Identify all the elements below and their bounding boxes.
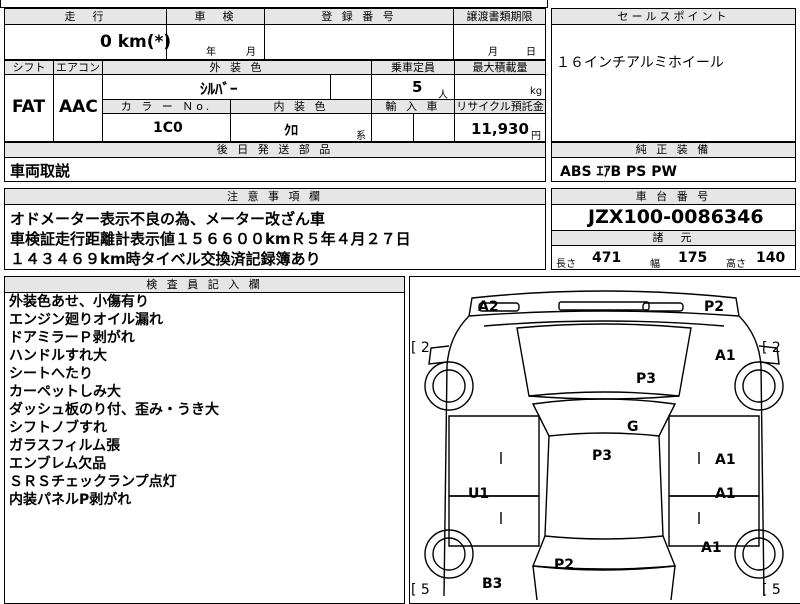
aircon-value: AAC bbox=[59, 97, 98, 117]
later-parts-cell bbox=[4, 157, 546, 182]
inspector-line: ガラスフィルム張 bbox=[9, 438, 121, 454]
interior-suffix: 系 bbox=[356, 131, 366, 142]
inspector-header: 検 査 員 記 入 欄 bbox=[4, 276, 405, 293]
transfer-deadline-header: 譲渡書類期限 bbox=[453, 8, 546, 25]
inspector-line: ＳＲＳチェックランプ点灯 bbox=[9, 474, 177, 490]
notes-line-1: オドメーター表示不良の為、メーター改ざん車 bbox=[10, 210, 326, 228]
salespoint-header: セールスポイント bbox=[551, 8, 796, 25]
inspector-line: カーペットしみ大 bbox=[9, 384, 121, 400]
registration-cell bbox=[264, 24, 454, 60]
inspector-line: シートへたり bbox=[9, 366, 93, 382]
length-value: 471 bbox=[592, 250, 622, 266]
import-cell-b bbox=[413, 113, 455, 142]
notes-header: 注 意 事 項 欄 bbox=[4, 188, 546, 205]
label-a1-front-right: A1 bbox=[715, 348, 736, 364]
height-value: 140 bbox=[756, 250, 786, 266]
inspector-line: ドアミラーＰ剥がれ bbox=[9, 330, 135, 346]
color-no-header: カ ラ ー Ｎo. bbox=[102, 99, 231, 114]
equipment-header: 純 正 装 備 bbox=[551, 142, 796, 158]
import-cell-a bbox=[371, 113, 414, 142]
bracket-right-top: [ 2 bbox=[762, 340, 781, 356]
aircon-header: エアコン bbox=[53, 60, 103, 75]
label-b3: B3 bbox=[482, 576, 503, 592]
inspector-line: ダッシュ板のり付、歪み・うき大 bbox=[9, 402, 219, 418]
label-a1-rear: A1 bbox=[701, 540, 722, 556]
inspector-line: 内装パネルP剥がれ bbox=[9, 492, 132, 508]
top-strip bbox=[0, 0, 548, 8]
color-no-value: 1C0 bbox=[153, 120, 183, 136]
mileage-header: 走 行 bbox=[4, 8, 167, 25]
registration-header: 登 録 番 号 bbox=[264, 8, 454, 25]
label-p2-top: P2 bbox=[704, 299, 725, 315]
bracket-left-top: [ 2 bbox=[411, 340, 430, 356]
exterior-color-value: ｼﾙﾊﾞｰ bbox=[200, 80, 238, 98]
label-g: G bbox=[627, 419, 639, 435]
label-a1-door1: A1 bbox=[715, 452, 736, 468]
bracket-left-bottom: [ 5 bbox=[411, 582, 430, 598]
label-u1: U1 bbox=[468, 486, 490, 502]
car-diagram bbox=[424, 290, 784, 600]
inspection-year-label: 年 bbox=[206, 47, 216, 58]
height-label: 高さ bbox=[726, 259, 746, 270]
notes-line-3: １４３４６９km時タイベル交換済記録簿あり bbox=[10, 250, 321, 268]
interior-color-cell bbox=[230, 113, 372, 142]
label-p2-trunk: P2 bbox=[554, 557, 575, 573]
inspector-line: ハンドルすれ大 bbox=[9, 348, 107, 364]
bracket-right-bottom: [ 5 bbox=[762, 582, 781, 598]
transfer-month-label: 月 bbox=[488, 47, 498, 58]
interior-color-header: 内 装 色 bbox=[230, 99, 372, 114]
capacity-header: 乗車定員 bbox=[371, 60, 455, 75]
label-a1-door2: A1 bbox=[715, 486, 736, 502]
load-unit: kg bbox=[530, 86, 543, 97]
capacity-value: 5 bbox=[412, 78, 423, 96]
label-p3-hood: P3 bbox=[636, 371, 657, 387]
mileage-value: 0 km(*) bbox=[100, 32, 172, 52]
salespoint-text: １６インチアルミホイール bbox=[556, 55, 724, 71]
label-p3-roof: P3 bbox=[592, 448, 613, 464]
inspector-line: 外装色あせ、小傷有り bbox=[9, 294, 149, 310]
inspector-list: 外装色あせ、小傷有り エンジン廻りオイル漏れ ドアミラーＰ剥がれ ハンドルすれ大… bbox=[9, 293, 219, 509]
dims-header: 諸 元 bbox=[551, 230, 796, 246]
exterior-color-header: 外 装 色 bbox=[102, 60, 372, 75]
later-parts-header: 後 日 発 送 部 品 bbox=[4, 142, 546, 158]
width-label: 幅 bbox=[650, 259, 660, 270]
interior-color-value: ｸﾛ bbox=[284, 123, 298, 139]
length-label: 長さ bbox=[556, 259, 576, 270]
import-header: 輸 入 車 bbox=[371, 99, 455, 114]
inspector-line: エンジン廻りオイル漏れ bbox=[9, 312, 163, 328]
recycle-header: リサイクル預託金 bbox=[454, 99, 546, 114]
max-load-header: 最大積載量 bbox=[454, 60, 546, 75]
later-parts-value: 車両取説 bbox=[10, 162, 71, 180]
recycle-unit: 円 bbox=[531, 131, 541, 142]
label-a2: A2 bbox=[478, 299, 499, 315]
inspection-header: 車 検 bbox=[166, 8, 265, 25]
shift-value: FAT bbox=[12, 97, 46, 117]
notes-line-2: 車検証走行距離計表示値１５６６００kmＲ５年４月２７日 bbox=[10, 230, 411, 248]
equipment-value: ABS ｴｱB PS PW bbox=[560, 164, 677, 180]
shift-header: シフト bbox=[4, 60, 54, 75]
inspection-month-label: 月 bbox=[246, 47, 256, 58]
salespoint-box bbox=[551, 24, 796, 142]
inspector-line: シフトノブすれ bbox=[9, 420, 107, 436]
exterior-color-extra bbox=[330, 74, 372, 100]
recycle-value: 11,930 bbox=[471, 120, 529, 138]
transfer-day-label: 日 bbox=[526, 47, 536, 58]
chassis-header: 車 台 番 号 bbox=[551, 188, 796, 205]
inspector-line: エンブレム欠品 bbox=[9, 456, 107, 472]
chassis-value: JZX100-0086346 bbox=[588, 206, 764, 228]
width-value: 175 bbox=[678, 250, 708, 266]
